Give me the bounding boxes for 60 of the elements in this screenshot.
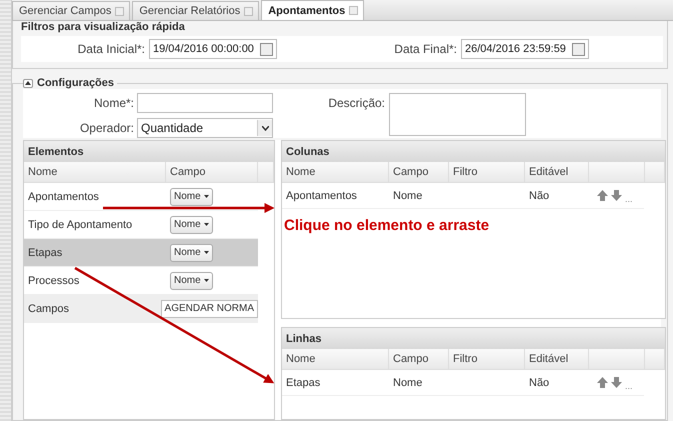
column-header[interactable]: Editável: [525, 349, 589, 369]
more-options[interactable]: ...: [625, 380, 633, 390]
collapse-toggle[interactable]: [23, 78, 33, 88]
row-label: Tipo de Apontamento: [28, 218, 132, 230]
column-header[interactable]: Editável: [525, 162, 589, 182]
tab[interactable]: Apontamentos: [261, 0, 364, 20]
list-row[interactable]: Campos AGENDAR NORMA: [24, 295, 258, 323]
column-header[interactable]: Campo: [389, 162, 449, 182]
tab[interactable]: Gerenciar Campos: [12, 1, 130, 20]
column-header[interactable]: Nome: [24, 162, 166, 182]
caret-icon[interactable]: [204, 279, 209, 282]
table-cell: Etapas: [286, 376, 320, 388]
row-label: Apontamentos: [28, 190, 99, 202]
description-field[interactable]: [389, 93, 526, 136]
caret-icon[interactable]: [204, 251, 209, 254]
section-legend: Filtros para visualização rápida: [21, 21, 663, 33]
operator-dropdown[interactable]: Quantidade: [137, 118, 273, 138]
tab[interactable]: Gerenciar Relatórios: [132, 1, 260, 20]
column-header[interactable]: Campo: [389, 349, 449, 369]
field-label: Data Final*:: [393, 42, 458, 56]
field-label: Data Inicial*:: [76, 42, 146, 56]
panel-title: Colunas: [282, 141, 665, 162]
caret-icon[interactable]: [262, 126, 268, 130]
move-down-icon[interactable]: [611, 377, 622, 388]
field-dropdown[interactable]: Nome: [170, 188, 213, 206]
column-header[interactable]: Nome: [282, 349, 389, 369]
caret-icon[interactable]: [204, 223, 209, 226]
field-dropdown[interactable]: Nome: [170, 244, 213, 262]
instruction-text: Clique no elemento e arraste: [283, 216, 490, 234]
date-field[interactable]: 26/04/2016 23:59:59: [461, 39, 589, 59]
column-header[interactable]: Campo: [166, 162, 258, 182]
list-row[interactable]: Etapas Nome: [24, 239, 258, 267]
date-field[interactable]: 19/04/2016 00:00:00: [149, 39, 277, 59]
move-up-icon[interactable]: [597, 377, 608, 388]
column-header[interactable]: Filtro: [449, 162, 525, 182]
field-label: Nome*:: [92, 96, 135, 110]
caret-icon[interactable]: [204, 195, 209, 198]
name-field[interactable]: [137, 93, 273, 113]
table-cell: Não: [529, 190, 550, 202]
table-cell: Não: [529, 376, 550, 388]
column-header[interactable]: Filtro: [449, 349, 525, 369]
row-label: Processos: [28, 274, 80, 286]
section-legend: Configurações: [37, 77, 114, 89]
more-options[interactable]: ...: [625, 194, 633, 204]
row-label: Campos: [28, 302, 69, 314]
row-label: Etapas: [28, 246, 62, 258]
table-cell: Apontamentos: [286, 190, 357, 202]
list-row[interactable]: Apontamentos Nome: [24, 183, 258, 211]
table-cell: Nome: [393, 190, 422, 202]
move-up-icon[interactable]: [597, 190, 608, 201]
panel-title: Linhas: [282, 328, 665, 349]
field-label: Descrição:: [327, 96, 386, 110]
table-cell: Nome: [393, 376, 422, 388]
field-label: Operador:: [78, 121, 135, 135]
field-dropdown[interactable]: Nome: [170, 216, 213, 234]
column-header[interactable]: Nome: [282, 162, 389, 182]
panel-title: Elementos: [24, 141, 274, 162]
move-down-icon[interactable]: [611, 190, 622, 201]
field-dropdown[interactable]: Nome: [170, 272, 213, 290]
field-value[interactable]: AGENDAR NORMA: [160, 300, 258, 318]
